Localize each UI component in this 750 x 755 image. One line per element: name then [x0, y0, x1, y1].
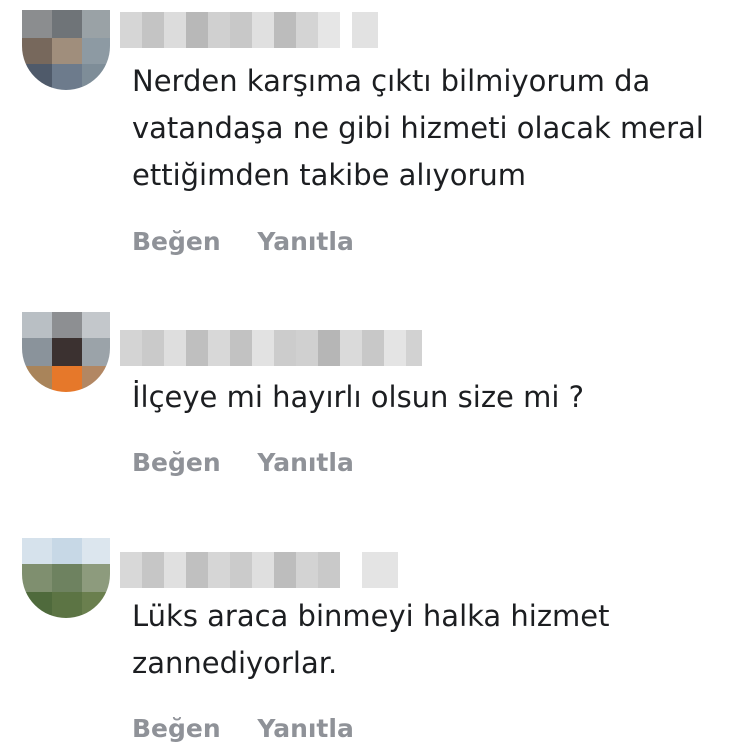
- comment-text-line: Nerden karşıma çıktı bilmiyorum da: [132, 64, 651, 98]
- avatar[interactable]: [22, 10, 110, 90]
- comment-text: İlçeye mi hayırlı olsun size mi ?: [132, 374, 750, 421]
- comment-actions: Beğen Yanıtla: [132, 227, 382, 256]
- like-button[interactable]: Beğen: [132, 714, 221, 743]
- reply-button[interactable]: Yanıtla: [257, 714, 353, 743]
- avatar[interactable]: [22, 312, 110, 392]
- comment-actions: Beğen Yanıtla: [132, 714, 382, 743]
- comment-text-line: ettiğimden takibe alıyorum: [132, 158, 527, 192]
- comment-actions: Beğen Yanıtla: [132, 448, 382, 477]
- comment-text-line: vatandaşa ne gibi hizmeti olacak meral: [132, 111, 704, 145]
- like-button[interactable]: Beğen: [132, 448, 221, 477]
- comment-text-line: Lüks araca binmeyi halka hizmet: [132, 599, 610, 633]
- comment-text-line: İlçeye mi hayırlı olsun size mi ?: [132, 380, 585, 414]
- like-button[interactable]: Beğen: [132, 227, 221, 256]
- reply-button[interactable]: Yanıtla: [257, 227, 353, 256]
- author-name-blurred[interactable]: [120, 12, 382, 48]
- author-name-blurred[interactable]: [120, 552, 402, 588]
- comment-text-line: zannediyorlar.: [132, 646, 338, 680]
- comment-text: Lüks araca binmeyi halka hizmet zannediy…: [132, 593, 750, 687]
- avatar[interactable]: [22, 538, 110, 618]
- reply-button[interactable]: Yanıtla: [257, 448, 353, 477]
- comment-text: Nerden karşıma çıktı bilmiyorum da vatan…: [132, 58, 750, 199]
- author-name-blurred[interactable]: [120, 330, 422, 366]
